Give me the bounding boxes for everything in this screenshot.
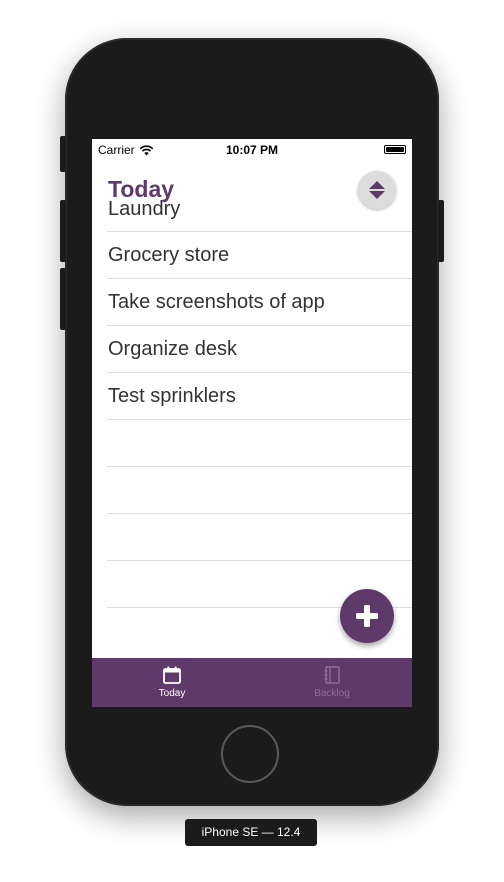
mute-switch [60, 136, 66, 172]
notebook-icon [324, 666, 340, 684]
tab-label: Backlog [314, 688, 350, 699]
volume-down-button [60, 268, 66, 330]
tab-label: Today [158, 688, 186, 699]
empty-row [107, 467, 412, 514]
task-row[interactable]: Organize desk [107, 326, 412, 373]
empty-row [107, 514, 412, 561]
power-button [438, 200, 444, 262]
volume-up-button [60, 200, 66, 262]
tab-bar: Today Backlog [92, 658, 412, 707]
task-row[interactable]: Test sprinklers [107, 373, 412, 420]
status-time: 10:07 PM [225, 143, 279, 157]
status-bar: Carrier 10:07 PM [92, 139, 412, 159]
task-row[interactable]: Laundry [107, 186, 412, 232]
task-row[interactable]: Take screenshots of app [107, 279, 412, 326]
calendar-icon [163, 666, 181, 684]
empty-row [107, 420, 412, 467]
tab-backlog[interactable]: Backlog [252, 658, 412, 707]
add-task-button[interactable] [340, 589, 394, 643]
home-button[interactable] [221, 725, 279, 783]
simulator-device-label: iPhone SE — 12.4 [185, 819, 317, 846]
app-screen: Carrier 10:07 PM Today Laundry Grocery s… [92, 139, 412, 707]
task-row[interactable]: Grocery store [107, 232, 412, 279]
plus-icon [356, 605, 378, 627]
tab-today[interactable]: Today [92, 658, 252, 707]
battery-icon [384, 145, 406, 154]
task-list: Laundry Grocery store Take screenshots o… [107, 198, 412, 631]
